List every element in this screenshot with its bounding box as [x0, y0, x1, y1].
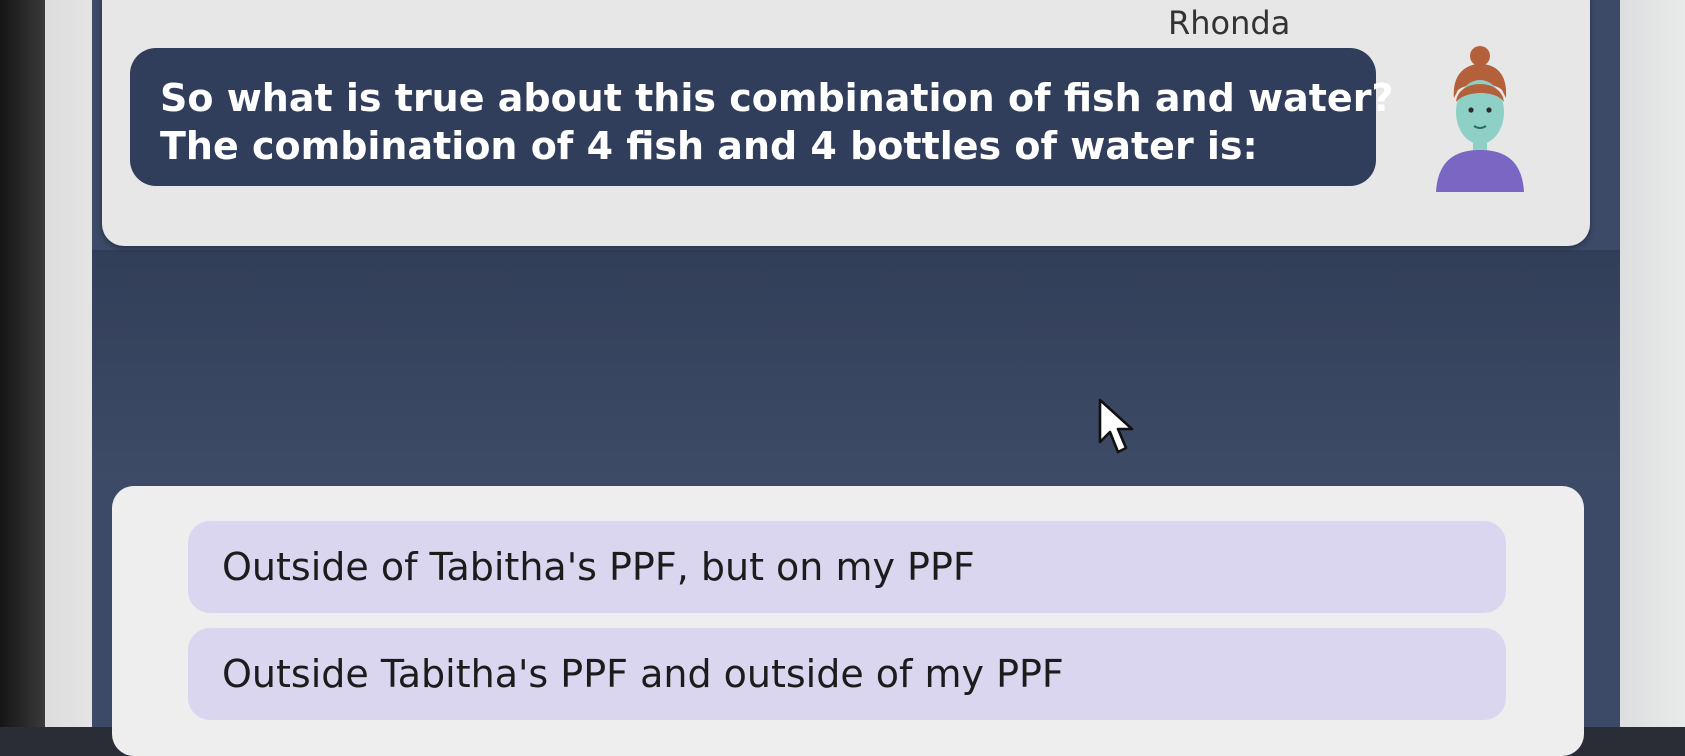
screen-margin-right	[1620, 0, 1685, 727]
speech-bubble: So what is true about this combination o…	[130, 48, 1394, 186]
monitor-bezel	[0, 0, 45, 727]
answer-option-1[interactable]: Outside of Tabitha's PPF, but on my PPF	[188, 521, 1506, 613]
answer-option-2[interactable]: Outside Tabitha's PPF and outside of my …	[188, 628, 1506, 720]
speaker-name: Rhonda	[1168, 4, 1291, 42]
prompt-line-2: The combination of 4 fish and 4 bottles …	[160, 124, 1258, 168]
prompt-line-1: So what is true about this combination o…	[160, 76, 1394, 120]
stage-background	[92, 250, 1620, 480]
mouse-pointer-icon	[1096, 398, 1138, 458]
avatar-icon	[1428, 42, 1532, 192]
